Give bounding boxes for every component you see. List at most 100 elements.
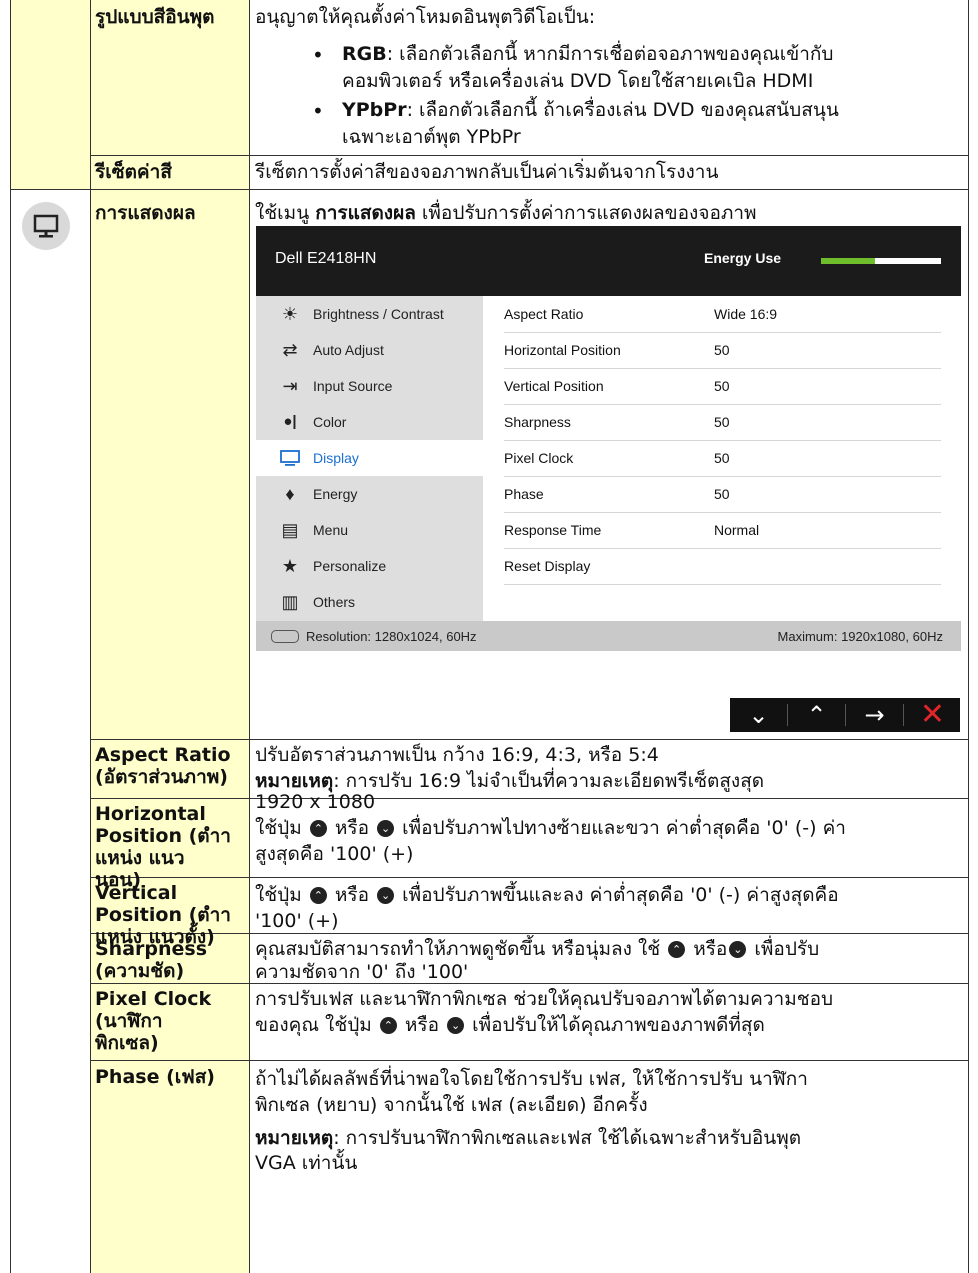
menu-item-label: Menu [313,522,349,538]
horizontal-position-text-2: สูงสุดคือ '100' (+) [255,843,414,865]
down-button[interactable]: ⌄ [730,698,787,732]
brightness-icon: ☀ [281,304,299,324]
menu-item-menu[interactable]: ▤ Menu [256,512,483,548]
down-button-icon: ⌄ [447,1017,465,1034]
setting-name: Phase [504,486,544,502]
setting-name: Horizontal Position [504,342,621,358]
setting-name: Response Time [504,522,602,538]
osd-navigation-buttons: ⌄ ⌃ → ✕ [730,698,960,732]
input-color-format-intro: อนุญาตให้คุณตั้งค่าโหมดอินพุตวิดีโอเป็น: [255,6,596,28]
menu-item-energy[interactable]: ♦ Energy [256,476,483,512]
menu-item-label: Color [313,414,347,430]
display-section-icon [22,202,70,250]
menu-item-label: Auto Adjust [313,342,384,358]
down-button-icon: ⌄ [729,941,747,958]
setting-name: Aspect Ratio [504,306,584,322]
bullet: • [312,43,324,67]
chevron-up-icon: ⌃ [806,701,827,729]
pixel-clock-label: Pixel Clock (นาฬิกา พิกเซล) [95,988,212,1054]
menu-item-label: Personalize [313,558,387,574]
setting-value: 50 [714,414,730,430]
input-color-format-label: รูปแบบสีอินพุต [95,6,215,28]
osd-footer: Resolution: 1280x1024, 60Hz Maximum: 192… [256,621,961,651]
menu-item-label: Others [313,594,356,610]
display-label: การแสดงผล [95,202,196,224]
down-button-icon: ⌄ [377,820,395,837]
menu-item-input-source[interactable]: ⇥ Input Source [256,368,483,404]
vertical-position-text: ใช้ปุ่ม ⌃ หรือ ⌄ เพื่อปรับภาพขึ้นและลง ค… [255,884,839,906]
rgb-option-text-2: คอมพิวเตอร์ หรือเครื่องเล่น DVD โดยใช้สา… [342,70,814,92]
osd-main-menu: ☀ Brightness / Contrast ⇄ Auto Adjust ⇥ … [256,296,483,621]
setting-value: 50 [714,450,730,466]
rgb-option-text: RGB: เลือกตัวเลือกนี้ หากมีการเชื่อต่อจอ… [342,43,834,65]
menu-item-personalize[interactable]: ★ Personalize [256,548,483,584]
menu-item-brightness-contrast[interactable]: ☀ Brightness / Contrast [256,296,483,332]
display-intro: ใช้เมนู การแสดงผล เพื่อปรับการตั้งค่าการ… [255,202,757,224]
osd-header: Dell E2418HN Energy Use [256,226,961,296]
pixel-clock-text: การปรับเฟส และนาฬิกาพิกเซล ช่วยให้คุณปรั… [255,988,834,1010]
setting-row-response-time[interactable]: Response Time Normal [504,512,941,549]
energy-use-label: Energy Use [704,250,782,266]
setting-row-horizontal-position[interactable]: Horizontal Position 50 [504,332,941,369]
menu-item-label: Input Source [313,378,393,394]
phase-label: Phase (เฟส) [95,1066,215,1088]
setting-row-phase[interactable]: Phase 50 [504,476,941,513]
label-cell-phase [91,1061,249,1273]
up-button-icon: ⌃ [309,887,327,904]
close-icon: ✕ [919,697,946,732]
menu-item-label: Energy [313,486,358,502]
vertical-position-text-2: '100' (+) [255,910,339,932]
color-icon: ●| [283,413,297,430]
star-icon: ★ [281,556,299,576]
up-button-icon: ⌃ [379,1017,397,1034]
menu-item-label: Brightness / Contrast [313,306,444,322]
sharpness-text: คุณสมบัติสามารถทำให้ภาพดูชัดขึ้น หรือนุ่… [255,938,820,960]
phase-note: หมายเหตุ: การปรับนาฬิกาพิกเซลและเฟส ใช้ไ… [255,1127,802,1149]
energy-use-bar [821,258,941,264]
setting-name: Sharpness [504,414,571,430]
icon-column [10,0,90,189]
chevron-down-icon: ⌄ [748,701,769,729]
setting-value: Normal [714,522,760,538]
setting-row-sharpness[interactable]: Sharpness 50 [504,404,941,441]
sharpness-label: Sharpness (ความชัด) [95,938,208,982]
setting-row-pixel-clock[interactable]: Pixel Clock 50 [504,440,941,477]
up-button[interactable]: ⌃ [788,698,845,732]
sharpness-text-2: ความชัดจาก '0' ถึง '100' [255,961,469,983]
menu-icon: ▤ [281,520,299,540]
bullet: • [312,99,324,123]
ypbpr-option-text-2: เฉพาะเอาต์พุต YPbPr [342,126,521,148]
current-resolution: Resolution: 1280x1024, 60Hz [306,629,477,644]
auto-adjust-icon: ⇄ [282,340,298,360]
aspect-ratio-text: ปรับอัตราส่วนภาพเป็น กว้าง 16:9, 4:3, หร… [255,744,659,766]
energy-use-fill [821,258,875,264]
setting-value: 50 [714,342,730,358]
reset-color-text: รีเซ็ตการตั้งค่าสีของจอภาพกลับเป็นค่าเริ… [255,161,719,183]
setting-row-aspect-ratio[interactable]: Aspect Ratio Wide 16:9 [504,296,941,333]
setting-row-reset-display[interactable]: Reset Display [504,548,941,585]
input-source-icon: ⇥ [282,376,298,396]
menu-item-others[interactable]: ▥ Others [256,584,483,620]
setting-value: 50 [714,486,730,502]
exit-button[interactable]: ✕ [904,698,961,732]
others-icon: ▥ [281,592,299,612]
label-cell-display [91,190,249,739]
energy-icon: ♦ [285,484,295,504]
ypbpr-option-text: YPbPr: เลือกตัวเลือกนี้ ถ้าเครื่องเล่น D… [342,99,839,121]
right-button[interactable]: → [846,698,903,732]
osd-menu-screenshot: Dell E2418HN Energy Use ☀ Brightness / C… [256,226,961,651]
menu-item-color[interactable]: ●| Color [256,404,483,440]
setting-row-vertical-position[interactable]: Vertical Position 50 [504,368,941,405]
osd-model-name: Dell E2418HN [275,250,377,267]
horizontal-position-text: ใช้ปุ่ม ⌃ หรือ ⌄ เพื่อปรับภาพไปทางซ้ายแล… [255,817,846,839]
setting-name: Reset Display [504,558,591,574]
menu-item-auto-adjust[interactable]: ⇄ Auto Adjust [256,332,483,368]
setting-name: Vertical Position [504,378,604,394]
down-button-icon: ⌄ [377,887,395,904]
display-icon [279,447,301,469]
aspect-ratio-note-2: 1920 x 1080 [255,791,376,813]
menu-item-display[interactable]: Display [256,440,483,476]
setting-value: 50 [714,378,730,394]
up-button-icon: ⌃ [309,820,327,837]
menu-item-label: Display [313,450,359,466]
